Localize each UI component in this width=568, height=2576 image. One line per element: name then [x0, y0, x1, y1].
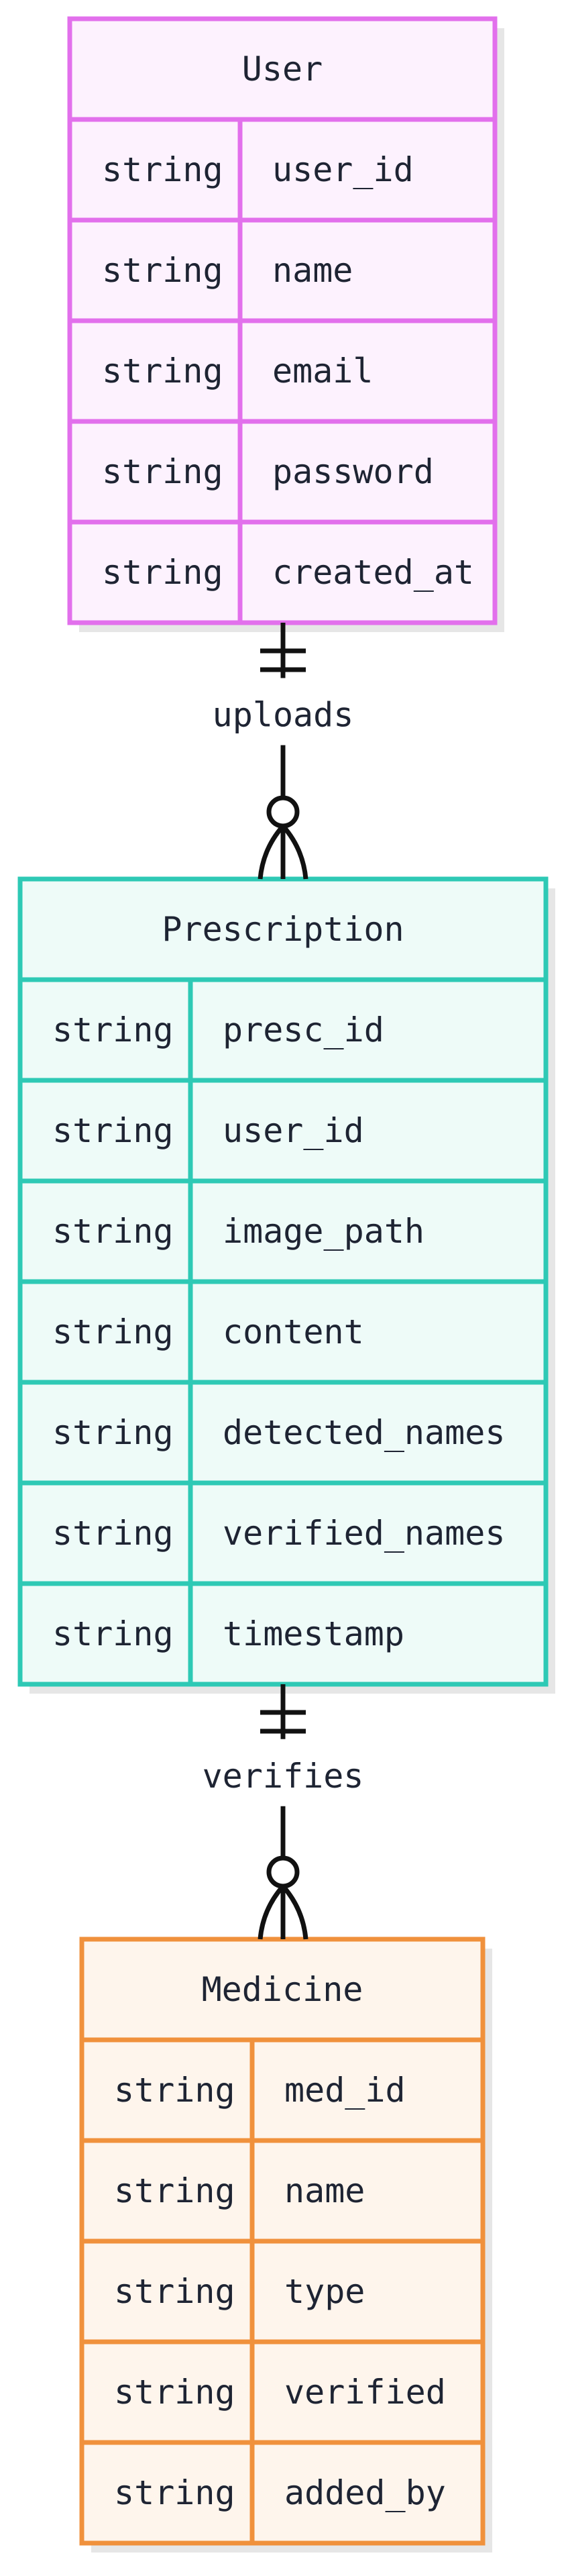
relationship-label: verifies: [203, 1757, 364, 1796]
attribute-type: string: [102, 251, 223, 290]
attribute-name: timestamp: [223, 1614, 404, 1653]
attribute-type: string: [114, 2171, 235, 2210]
attribute-type: string: [52, 1614, 174, 1653]
attribute-type: string: [114, 2473, 235, 2512]
attribute-name: verified_names: [223, 1514, 505, 1553]
attribute-type: string: [52, 1212, 174, 1251]
attribute-type: string: [102, 352, 223, 391]
attribute-name: image_path: [223, 1212, 424, 1251]
attribute-name: user_id: [223, 1111, 364, 1150]
entity-title: Medicine: [202, 1970, 363, 2009]
attribute-name: name: [272, 251, 353, 290]
attribute-type: string: [102, 452, 223, 491]
entity-title: Prescription: [162, 910, 404, 949]
attribute-name: name: [284, 2171, 365, 2210]
attribute-type: string: [52, 1111, 174, 1150]
attribute-type: string: [102, 150, 223, 189]
entity-medicine: Medicinestring med_idstring namestring type…: [79, 1937, 492, 2553]
entity-user: Userstring user_idstring namestring emailst…: [67, 16, 504, 632]
attribute-name: email: [272, 352, 374, 391]
attribute-name: med_id: [284, 2071, 406, 2110]
attribute-name: verified: [284, 2373, 446, 2412]
relationship-label: uploads: [213, 696, 354, 735]
attribute-name: type: [284, 2272, 365, 2311]
attribute-type: string: [114, 2272, 235, 2311]
attribute-type: string: [52, 1011, 174, 1049]
relationship-uploads: uploads: [213, 623, 354, 880]
er-diagram: Userstring user_idstring namestring emailst…: [17, 16, 555, 2553]
attribute-name: added_by: [284, 2473, 446, 2512]
attribute-type: string: [52, 1514, 174, 1553]
attribute-name: presc_id: [223, 1011, 384, 1049]
attribute-type: string: [114, 2373, 235, 2412]
attribute-type: string: [114, 2071, 235, 2110]
attribute-name: user_id: [272, 150, 414, 189]
attribute-type: string: [102, 553, 223, 592]
relationship-verifies: verifies: [203, 1684, 364, 1940]
entity-title: User: [242, 50, 323, 89]
attribute-name: content: [223, 1312, 364, 1351]
attribute-type: string: [52, 1413, 174, 1452]
entity-prescription: Prescriptionstring presc_idstring user_ids…: [17, 876, 555, 1694]
attribute-type: string: [52, 1312, 174, 1351]
attribute-name: created_at: [272, 553, 474, 592]
attribute-name: password: [272, 452, 434, 491]
attribute-name: detected_names: [223, 1413, 505, 1452]
